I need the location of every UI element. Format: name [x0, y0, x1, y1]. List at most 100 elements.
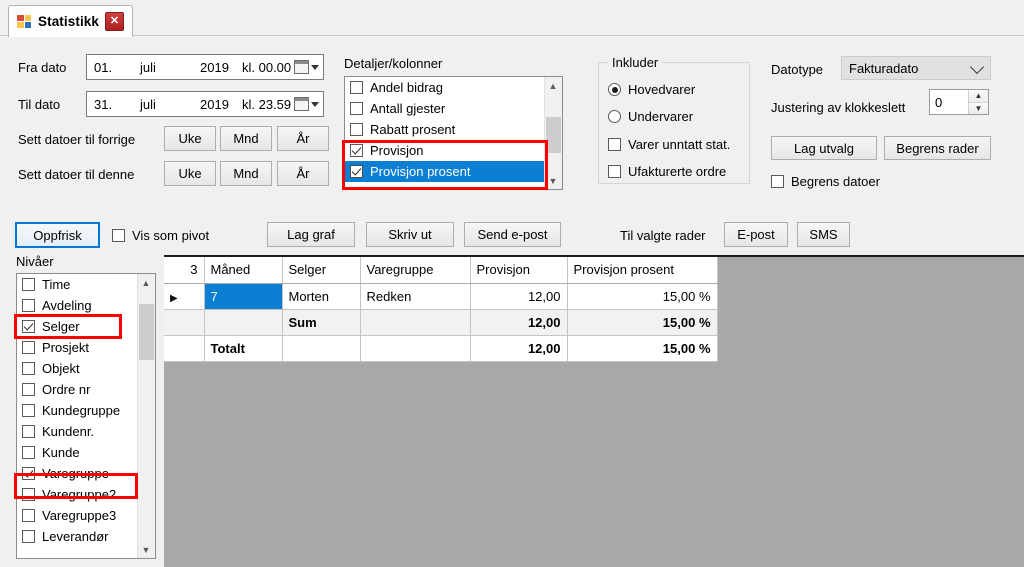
- this-mnd-button[interactable]: Mnd: [220, 161, 272, 186]
- list-item[interactable]: Kunde: [17, 442, 137, 463]
- checkbox-icon[interactable]: [608, 165, 621, 178]
- table-row[interactable]: Totalt 12,00 15,00 %: [164, 335, 718, 362]
- checkbox-provisjon-prosent[interactable]: [350, 165, 363, 178]
- list-item[interactable]: Kundegruppe: [17, 400, 137, 421]
- stepper-up-icon[interactable]: ▲: [969, 90, 988, 103]
- checkbox-varegruppe3[interactable]: [22, 509, 35, 522]
- nivaer-scrollbar[interactable]: ▲ ▼: [137, 274, 155, 558]
- checkbox-selger[interactable]: [22, 320, 35, 333]
- radio-icon[interactable]: [608, 83, 621, 96]
- scroll-down-icon[interactable]: ▼: [545, 172, 561, 189]
- begrens-rader-button[interactable]: Begrens rader: [884, 136, 991, 160]
- epost-button[interactable]: E-post: [724, 222, 788, 247]
- list-item[interactable]: Ordre nr: [17, 379, 137, 400]
- cell-provisjon[interactable]: 12,00: [470, 283, 568, 310]
- sms-button[interactable]: SMS: [797, 222, 850, 247]
- list-item[interactable]: Selger: [17, 316, 137, 337]
- results-grid-area[interactable]: 3 Måned Selger Varegruppe Provisjon Prov…: [164, 255, 1024, 567]
- radio-hovedvarer[interactable]: Hovedvarer: [608, 82, 695, 97]
- list-item[interactable]: Varegruppe3: [17, 505, 137, 526]
- row-selector[interactable]: [164, 309, 205, 336]
- checkbox-antall-gjester[interactable]: [350, 102, 363, 115]
- send-epost-button[interactable]: Send e-post: [464, 222, 561, 247]
- list-item[interactable]: Varegruppe2: [17, 484, 137, 505]
- cell-selger[interactable]: Morten: [282, 283, 361, 310]
- scroll-down-icon[interactable]: ▼: [138, 541, 154, 558]
- checkbox-icon[interactable]: [608, 138, 621, 151]
- this-uke-button[interactable]: Uke: [164, 161, 216, 186]
- this-ar-button[interactable]: År: [277, 161, 329, 186]
- checkbox-kundenr[interactable]: [22, 425, 35, 438]
- table-row[interactable]: ▶ 7 Morten Redken 12,00 15,00 %: [164, 283, 718, 310]
- detaljer-kolonner-listbox[interactable]: Andel bidrag Antall gjester Rabatt prose…: [344, 76, 563, 190]
- checkbox-provisjon[interactable]: [350, 144, 363, 157]
- grid-corner-cell[interactable]: 3: [164, 257, 205, 284]
- scroll-up-icon[interactable]: ▲: [138, 274, 154, 291]
- checkbox-avdeling[interactable]: [22, 299, 35, 312]
- checkbox-leverandor[interactable]: [22, 530, 35, 543]
- list-item[interactable]: Kundenr.: [17, 421, 137, 442]
- list-item[interactable]: Provisjon prosent: [345, 161, 545, 182]
- stepper-down-icon[interactable]: ▼: [969, 102, 988, 114]
- list-item[interactable]: Time: [17, 274, 137, 295]
- grid-col-maned[interactable]: Måned: [204, 257, 283, 284]
- checkbox-rabatt-prosent[interactable]: [350, 123, 363, 136]
- til-dato-input[interactable]: 31. juli 2019 kl. 23.59: [86, 91, 324, 117]
- skriv-ut-button[interactable]: Skriv ut: [366, 222, 454, 247]
- list-item[interactable]: Antall gjester: [345, 98, 545, 119]
- list-item[interactable]: Varegruppe: [17, 463, 137, 484]
- grid-col-selger[interactable]: Selger: [282, 257, 361, 284]
- list-item[interactable]: Objekt: [17, 358, 137, 379]
- list-item[interactable]: Andel bidrag: [345, 77, 545, 98]
- prev-ar-button[interactable]: År: [277, 126, 329, 151]
- checkbox-time[interactable]: [22, 278, 35, 291]
- list-item[interactable]: Prosjekt: [17, 337, 137, 358]
- list-item[interactable]: Rabatt prosent: [345, 119, 545, 140]
- checkbox-ufakturerte-ordre[interactable]: Ufakturerte ordre: [608, 164, 726, 179]
- checkbox-objekt[interactable]: [22, 362, 35, 375]
- calendar-dropdown-icon[interactable]: [294, 60, 319, 74]
- row-selector[interactable]: ▶: [164, 283, 205, 310]
- tab-statistikk[interactable]: Statistikk ✕: [8, 5, 134, 37]
- detaljer-scrollbar[interactable]: ▲ ▼: [544, 77, 562, 189]
- list-item[interactable]: Leverandør: [17, 526, 137, 547]
- checkbox-varegruppe[interactable]: [22, 467, 35, 480]
- checkbox-icon[interactable]: [771, 175, 784, 188]
- list-item[interactable]: Provisjon: [345, 140, 545, 161]
- row-selector[interactable]: [164, 335, 205, 362]
- calendar-dropdown-icon[interactable]: [294, 97, 319, 111]
- checkbox-prosjekt[interactable]: [22, 341, 35, 354]
- scrollbar-thumb[interactable]: [139, 304, 154, 360]
- prev-mnd-button[interactable]: Mnd: [220, 126, 272, 151]
- stepper-buttons[interactable]: ▲ ▼: [968, 90, 988, 114]
- fra-dato-input[interactable]: 01. juli 2019 kl. 00.00: [86, 54, 324, 80]
- prev-uke-button[interactable]: Uke: [164, 126, 216, 151]
- checkbox-icon[interactable]: [112, 229, 125, 242]
- checkbox-kundegruppe[interactable]: [22, 404, 35, 417]
- radio-undervarer[interactable]: Undervarer: [608, 109, 693, 124]
- cell-varegruppe[interactable]: Redken: [360, 283, 471, 310]
- checkbox-begrens-datoer[interactable]: Begrens datoer: [771, 174, 880, 189]
- checkbox-ordre-nr[interactable]: [22, 383, 35, 396]
- lag-graf-button[interactable]: Lag graf: [267, 222, 355, 247]
- grid-col-varegruppe[interactable]: Varegruppe: [360, 257, 471, 284]
- list-item[interactable]: Avdeling: [17, 295, 137, 316]
- cell-maned[interactable]: 7: [204, 283, 283, 310]
- scrollbar-thumb[interactable]: [546, 117, 561, 153]
- close-icon[interactable]: ✕: [105, 12, 125, 31]
- datotype-select[interactable]: Fakturadato: [841, 56, 991, 80]
- checkbox-andel-bidrag[interactable]: [350, 81, 363, 94]
- lag-utvalg-button[interactable]: Lag utvalg: [771, 136, 877, 160]
- grid-col-provisjon-prosent[interactable]: Provisjon prosent: [567, 257, 718, 284]
- table-row[interactable]: Sum 12,00 15,00 %: [164, 309, 718, 336]
- radio-icon[interactable]: [608, 110, 621, 123]
- justering-stepper[interactable]: 0 ▲ ▼: [929, 89, 989, 115]
- cell-provisjon-prosent[interactable]: 15,00 %: [567, 283, 718, 310]
- checkbox-vis-som-pivot[interactable]: Vis som pivot: [112, 228, 209, 243]
- checkbox-kunde[interactable]: [22, 446, 35, 459]
- oppfrisk-button[interactable]: Oppfrisk: [15, 222, 100, 248]
- nivaer-listbox[interactable]: Time Avdeling Selger Prosjekt Objekt Ord…: [16, 273, 156, 559]
- checkbox-varer-unntatt-stat[interactable]: Varer unntatt stat.: [608, 137, 730, 152]
- checkbox-varegruppe2[interactable]: [22, 488, 35, 501]
- results-grid[interactable]: 3 Måned Selger Varegruppe Provisjon Prov…: [164, 257, 718, 362]
